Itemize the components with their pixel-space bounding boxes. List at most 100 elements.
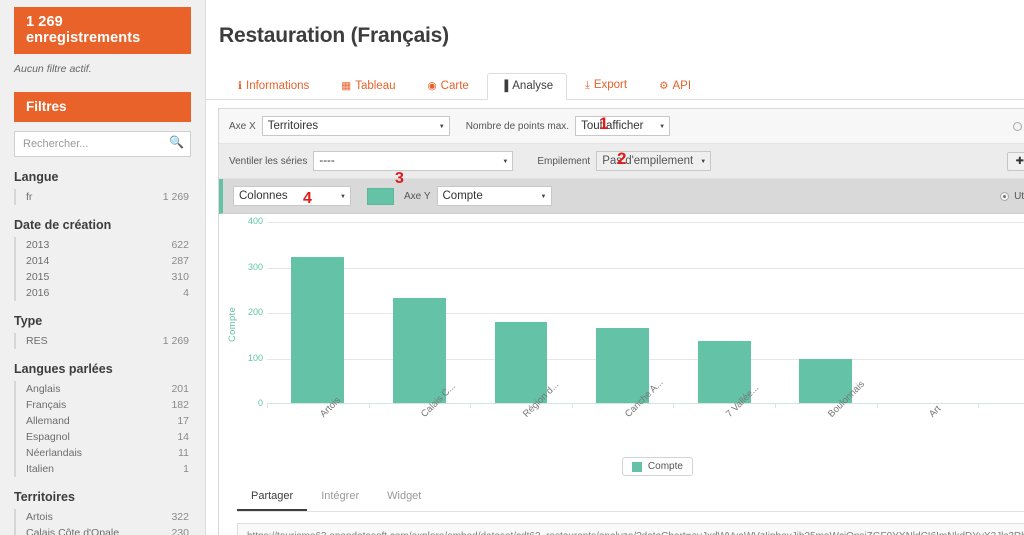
bar-cell	[876, 222, 979, 409]
radio-icon	[1012, 121, 1022, 131]
y-tick-label: 200	[247, 307, 263, 318]
facet-item-label: 2013	[26, 238, 50, 251]
facet-search: 🔍	[14, 131, 191, 157]
share-tab-partager[interactable]: Partager	[237, 484, 308, 512]
bar[interactable]	[494, 321, 548, 404]
max-points-select[interactable]: Tout afficher	[575, 116, 671, 137]
x-tickmark	[978, 403, 980, 409]
search-icon[interactable]: 🔍	[169, 135, 184, 149]
facet-item[interactable]: Allemand 17	[16, 413, 191, 429]
share-tab-widget[interactable]: Widget	[373, 484, 435, 511]
facet-item-count: 182	[171, 398, 189, 411]
facet-item-label: Néerlandais	[26, 446, 83, 459]
search-input[interactable]	[14, 131, 191, 157]
add-serie-button[interactable]: ✚ Add a serie	[1006, 151, 1024, 171]
x-label-cell: Art	[877, 404, 979, 454]
axe-x-select[interactable]: Territoires	[261, 116, 450, 137]
tab-analyse[interactable]: ▐ Analyse	[486, 73, 568, 101]
facet-list: Langue fr 1 269 Date de création 2013 622 2014…	[0, 170, 205, 535]
facet-item[interactable]: 2016 4	[16, 285, 191, 301]
bar[interactable]	[596, 328, 650, 404]
facet-item-label: fr	[26, 190, 33, 203]
tab-tableau[interactable]: ▦ Tableau	[327, 73, 409, 99]
legend-item-compte[interactable]: Compte	[621, 457, 693, 477]
plot-area	[267, 222, 1024, 409]
facet-item-count: 230	[171, 526, 189, 535]
facet-items: RES 1 269	[14, 333, 191, 349]
facet-item[interactable]: Français 182	[16, 397, 191, 413]
facet-item-count: 17	[177, 414, 189, 427]
x-tickmark	[673, 403, 675, 409]
facet-item-label: Anglais	[26, 382, 61, 395]
page-title: Restauration (Français)	[219, 24, 449, 48]
facet-item-label: Français	[26, 398, 67, 411]
table-icon: ▦	[341, 80, 352, 93]
bar-cell	[571, 222, 674, 409]
facet-item[interactable]: Néerlandais 11	[16, 445, 191, 461]
plus-icon: ✚	[1015, 155, 1024, 167]
filters-header: Filtres	[14, 92, 191, 122]
facet-item-count: 622	[171, 238, 189, 251]
facet-item[interactable]: 2015 310	[16, 269, 191, 285]
x-tick-label: Art	[927, 403, 944, 420]
facet-title: Langue	[14, 170, 59, 184]
sort-default-radio[interactable]: Tri par défaut	[1012, 121, 1024, 132]
series-color-swatch[interactable]	[367, 187, 394, 205]
x-tickmark	[571, 403, 573, 409]
share-url-field[interactable]: https://tourisme62.opendatasoft.com/expl…	[237, 523, 1024, 535]
tab-carte[interactable]: ◉ Carte	[414, 73, 483, 99]
share-tab-intgrer[interactable]: Intégrer	[307, 484, 373, 511]
chart-container: Compte 0 100 200 300 400 Artois Calais C... Ré…	[219, 214, 1024, 477]
facet-item[interactable]: Espagnol 14	[16, 429, 191, 445]
axe-y-select[interactable]: Compte	[436, 186, 552, 207]
analyze-panel: Axe X Territoires Nombre de points max. …	[218, 108, 1024, 535]
bar[interactable]	[393, 298, 446, 404]
x-label-cell: Artois	[267, 395, 369, 454]
facet-item-label: Artois	[26, 510, 53, 523]
tab-informations[interactable]: ℹ Informations	[224, 73, 323, 99]
facet-item[interactable]: Anglais 201	[16, 381, 191, 397]
axe-x-label: Axe X	[229, 120, 256, 132]
facet-item[interactable]: Artois 322	[16, 509, 191, 525]
x-label-cell: Région d...	[470, 380, 572, 454]
x-label-cell: Autres	[978, 410, 1024, 454]
x-tickmark	[267, 403, 268, 409]
facet-item[interactable]: Calais Côte d'Opale 230	[16, 525, 191, 535]
facet-item[interactable]: 2013 622	[16, 237, 191, 253]
chart-type-select[interactable]: Colonnes	[233, 186, 351, 207]
tab-api[interactable]: ⚙ API	[645, 73, 705, 99]
x-tickmark	[368, 403, 370, 409]
facet-items: Anglais 201 Français 182 Allemand 17 Espagnol 1…	[14, 381, 191, 477]
bar-cell	[775, 222, 877, 409]
main-content: Restauration (Français) ℹ Informations ▦ Ta…	[206, 0, 1024, 535]
annotation-3: 3	[395, 170, 404, 188]
split-series-select[interactable]: ----	[313, 151, 514, 172]
bar[interactable]	[291, 256, 345, 404]
x-tickmark	[775, 403, 777, 409]
facet-item-count: 1 269	[162, 334, 189, 347]
facet-item[interactable]: 2014 287	[16, 253, 191, 269]
tab-label: Tableau	[355, 80, 396, 93]
facet-item[interactable]: fr 1 269	[16, 189, 191, 205]
facet-title: Date de création	[14, 218, 112, 232]
used-for-sort-radio[interactable]: Utilisé pour le tri	[1000, 191, 1024, 202]
facet-item[interactable]: Italien 1	[16, 461, 191, 477]
max-points-label: Nombre de points max.	[465, 120, 570, 132]
tab-label: Carte	[440, 80, 469, 93]
bar-cell	[673, 222, 775, 409]
tab-label: Analyse	[512, 80, 554, 93]
facet-item-label: Espagnol	[26, 430, 70, 443]
x-label-cell: Boulonnais	[775, 379, 877, 454]
tab-export[interactable]: ⤓ Export	[571, 72, 641, 99]
facet-title: Type	[14, 314, 43, 328]
records-count-badge: 1 269 enregistrements	[14, 7, 191, 54]
y-tick-label: 0	[257, 398, 263, 409]
facet-item-count: 322	[171, 510, 189, 523]
tab-label: Export	[593, 79, 628, 92]
facet-item[interactable]: RES 1 269	[16, 333, 191, 349]
annotation-4: 4	[303, 190, 312, 208]
legend-swatch-icon	[631, 461, 642, 472]
stacking-select[interactable]: Pas d'empilement	[596, 151, 712, 172]
facet-group: Langue fr 1 269	[14, 170, 191, 205]
control-row-series: Ventiler les séries ---- Empilement Pas …	[219, 144, 1024, 180]
